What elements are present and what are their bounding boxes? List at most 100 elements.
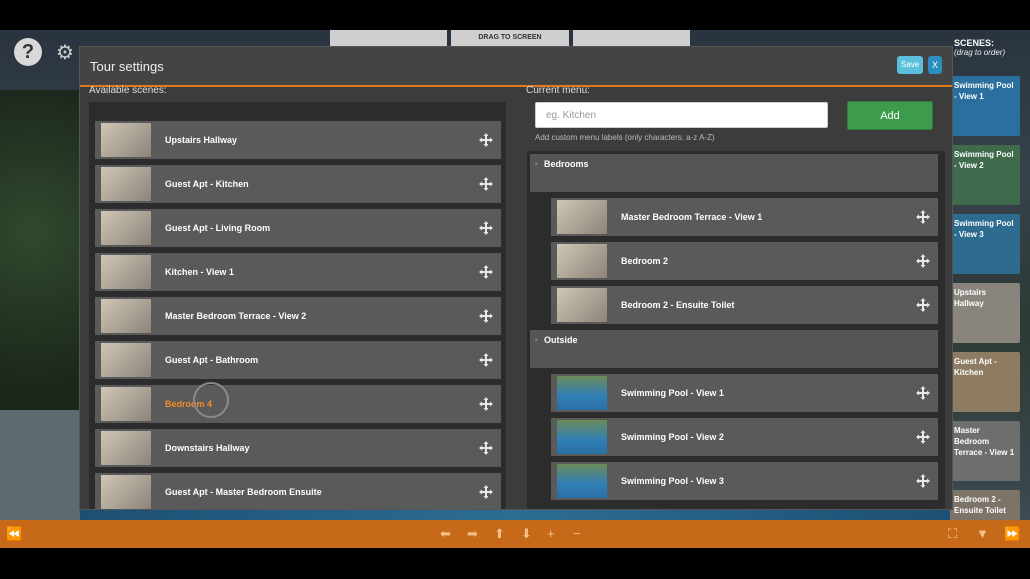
scene-row[interactable]: Master Bedroom Terrace - View 2 [95,297,501,335]
move-icon[interactable] [916,210,930,224]
top-tab-right[interactable] [572,30,690,46]
scene-row[interactable]: Swimming Pool - View 2 [551,418,938,456]
scene-thumbnail [101,167,151,201]
strip-scene-thumb[interactable]: Swimming Pool - View 1 [950,76,1020,136]
scene-thumbnail [101,211,151,245]
move-icon[interactable] [916,430,930,444]
collapse-icon[interactable]: - [535,335,538,344]
scene-thumbnail [557,288,607,322]
strip-scene-thumb[interactable]: Upstairs Hallway [950,283,1020,343]
scenes-strip: SCENES: (drag to order) Swimming Pool - … [950,38,1030,550]
rewind-icon[interactable]: ⏪ [6,525,22,543]
scene-label: Downstairs Hallway [165,443,250,453]
move-icon[interactable] [479,441,493,455]
scenes-strip-title: SCENES: [954,38,995,48]
move-icon[interactable] [916,254,930,268]
arrow-right-icon[interactable]: ➡ [467,525,478,543]
fullscreen-icon[interactable]: ⛶ [948,525,957,543]
scene-row[interactable]: Kitchen - View 1 [95,253,501,291]
scenes-strip-subtitle: (drag to order) [954,48,1006,57]
menu-label-hint: Add custom menu labels (only characters:… [535,133,715,142]
scene-label: Bedroom 2 - Ensuite Toilet [621,300,735,310]
available-scenes-list: Upstairs Hallway Guest Apt - Kitchen Guest… [89,102,506,509]
zoom-in-icon[interactable]: + [547,525,555,543]
scene-thumbnail [557,376,607,410]
save-button[interactable]: Save [897,56,923,74]
top-tab-left[interactable] [330,30,448,46]
scene-label: Upstairs Hallway [165,135,238,145]
strip-scene-thumb[interactable]: Swimming Pool - View 3 [950,214,1020,274]
move-icon[interactable] [479,485,493,499]
collapse-icon[interactable]: - [535,159,538,168]
strip-scene-thumb[interactable]: Guest Apt - Kitchen [950,352,1020,412]
modal-header: Tour settings Save X [80,47,952,87]
add-button[interactable]: Add [847,101,933,130]
scene-row[interactable]: Bedroom 2 - Ensuite Toilet [551,286,938,324]
close-button[interactable]: X [928,56,942,74]
scene-label: Guest Apt - Bathroom [165,355,259,365]
scene-thumbnail [101,387,151,421]
bottom-toolbar: ⏪ ⬅ ➡ ⬆ ⬇ + − ⛶ ▼ ⏩ [0,520,1030,548]
scene-row[interactable]: Bedroom 2 [551,242,938,280]
strip-scene-thumb[interactable]: Swimming Pool - View 2 [950,145,1020,205]
move-icon[interactable] [916,474,930,488]
scene-label: Bedroom 2 [621,256,669,266]
scene-thumbnail [101,431,151,465]
scene-row[interactable]: Swimming Pool - View 1 [551,374,938,412]
scene-thumbnail [101,299,151,333]
scene-row[interactable]: Swimming Pool - View 3 [551,462,938,500]
menu-group[interactable]: - Outside [530,330,938,368]
cursor-indicator [193,382,229,418]
arrow-down-icon[interactable]: ⬇ [521,525,532,543]
arrow-up-icon[interactable]: ⬆ [494,525,505,543]
scene-thumbnail [101,255,151,289]
letterbox-bottom [0,548,1030,579]
scene-thumbnail [101,123,151,157]
move-icon[interactable] [479,133,493,147]
scene-row[interactable]: Bedroom 4 [95,385,501,423]
top-tab-drag-to-screen[interactable]: DRAG TO SCREEN [451,30,569,46]
scene-row[interactable]: Guest Apt - Master Bedroom Ensuite [95,473,501,509]
fast-forward-icon[interactable]: ⏩ [1004,525,1020,543]
tour-settings-modal: Tour settings Save X Available scenes: C… [79,46,953,510]
scene-row[interactable]: Upstairs Hallway [95,121,501,159]
scene-thumbnail [101,343,151,377]
scene-label: Guest Apt - Living Room [165,223,271,233]
gear-icon[interactable]: ⚙ [56,40,74,65]
move-icon[interactable] [916,386,930,400]
move-icon[interactable] [479,309,493,323]
move-icon[interactable] [916,298,930,312]
current-menu-label: Current menu: [526,85,590,96]
scene-label: Kitchen - View 1 [165,267,234,277]
scene-thumbnail [557,420,607,454]
menu-label-input[interactable] [535,102,828,128]
move-icon[interactable] [479,353,493,367]
scene-row[interactable]: Master Bedroom Terrace - View 1 [551,198,938,236]
scene-row[interactable]: Downstairs Hallway [95,429,501,467]
dropdown-icon[interactable]: ▼ [976,525,989,543]
strip-scene-thumb[interactable]: Master Bedroom Terrace - View 1 [950,421,1020,481]
scene-thumbnail [557,200,607,234]
scene-label: Swimming Pool - View 1 [621,388,724,398]
scene-label: Master Bedroom Terrace - View 2 [165,311,307,321]
move-icon[interactable] [479,265,493,279]
move-icon[interactable] [479,177,493,191]
scene-row[interactable]: Guest Apt - Bathroom [95,341,501,379]
terrace-floor [0,410,90,520]
menu-group-label: Outside [544,335,578,345]
zoom-out-icon[interactable]: − [573,525,581,543]
scene-label: Swimming Pool - View 2 [621,432,724,442]
move-icon[interactable] [479,397,493,411]
letterbox-top [0,0,1030,30]
scene-label: Guest Apt - Kitchen [165,179,249,189]
menu-group[interactable]: - Bedrooms [530,154,938,192]
help-icon[interactable]: ? [14,38,42,66]
scene-row[interactable]: Guest Apt - Kitchen [95,165,501,203]
scene-thumbnail [101,475,151,509]
current-menu-list: - Bedrooms Master Bedroom Terrace - View 1… [527,151,945,509]
move-icon[interactable] [479,221,493,235]
scene-row[interactable]: Guest Apt - Living Room [95,209,501,247]
scene-thumbnail [557,464,607,498]
palm-foliage [0,90,80,450]
arrow-left-icon[interactable]: ⬅ [440,525,451,543]
